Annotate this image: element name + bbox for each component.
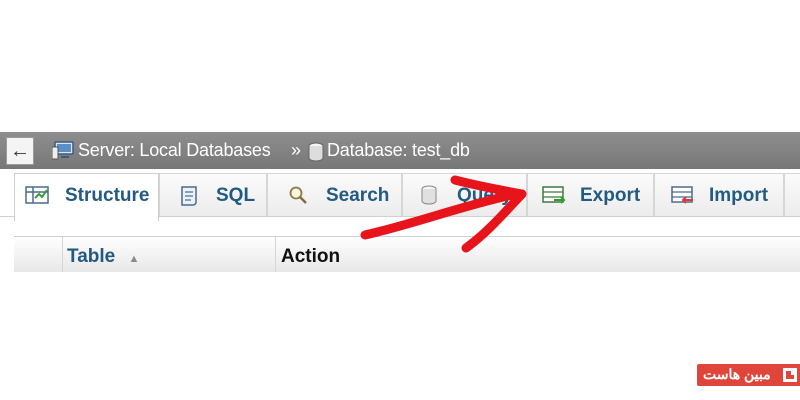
brand-watermark: مبین هاست (697, 364, 800, 386)
phpmyadmin-window: ← Server: Local Databases » Database: te… (0, 132, 800, 272)
brand-logo-icon (783, 368, 797, 382)
brand-text: مبین هاست (703, 366, 771, 382)
annotation-arrow (360, 175, 527, 253)
